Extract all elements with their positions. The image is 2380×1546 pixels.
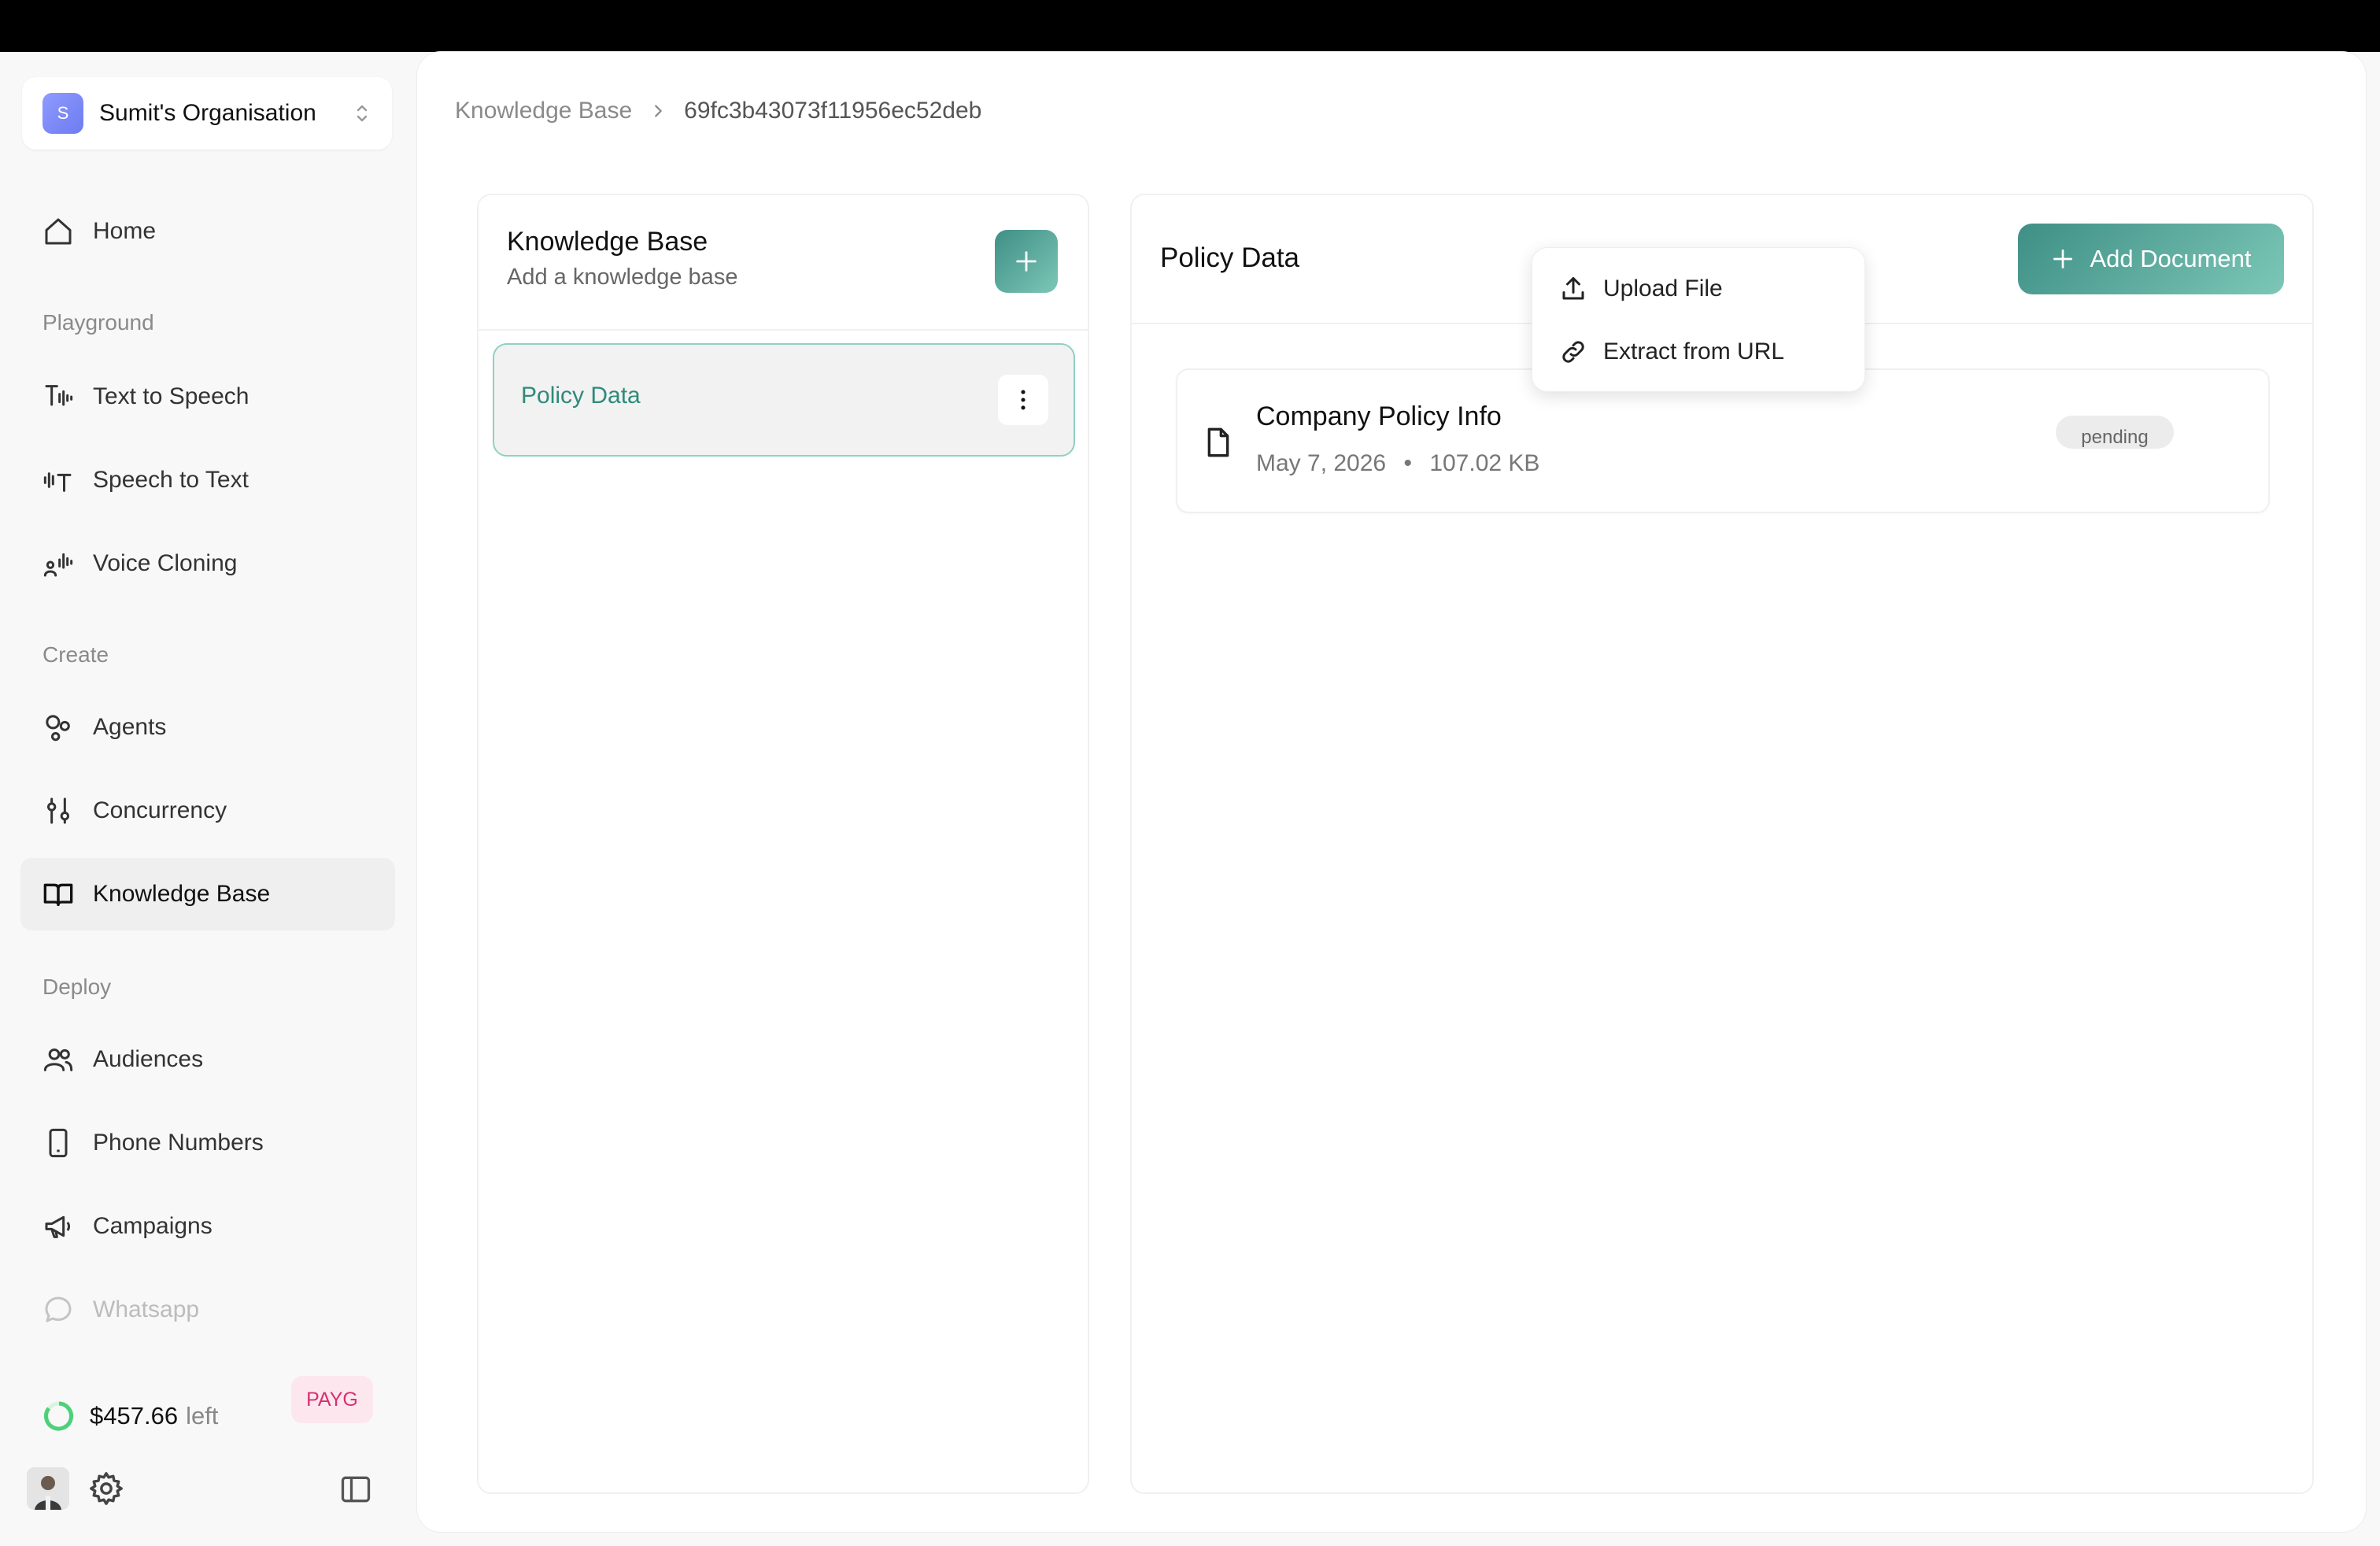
plus-icon (2053, 250, 2073, 268)
nav-knowledge-base-label: Knowledge Base (93, 881, 271, 907)
nav-audiences[interactable]: Audiences (20, 1023, 395, 1096)
upload-file-label: Upload File (1603, 276, 1723, 301)
chevron-up-down-icon (357, 105, 368, 122)
megaphone-icon (45, 1215, 71, 1238)
nav-text-to-speech[interactable]: Text to Speech (20, 361, 395, 433)
users-icon (43, 1049, 73, 1071)
section-deploy: Deploy (42, 975, 112, 999)
voice-cloning-icon (43, 553, 73, 577)
nav-home[interactable]: Home (20, 195, 395, 268)
nav-knowledge-base[interactable]: Knowledge Base (20, 858, 395, 930)
status-badge: pending (2056, 416, 2174, 449)
main-content: Knowledge Base 69fc3b43073f11956ec52deb … (417, 52, 2366, 1532)
upload-icon (1562, 277, 1584, 300)
credits-suffix: left (186, 1402, 219, 1429)
gear-icon[interactable] (88, 1470, 124, 1507)
document-meta: May 7, 2026 • 107.02 KB (1256, 450, 1539, 477)
breadcrumb-current: 69fc3b43073f11956ec52deb (684, 98, 982, 124)
plan-badge[interactable]: PAYG (291, 1376, 373, 1423)
nav-campaigns[interactable]: Campaigns (20, 1190, 395, 1263)
document-size: 107.02 KB (1429, 450, 1540, 476)
meta-separator: • (1403, 450, 1412, 476)
nav-campaigns-label: Campaigns (93, 1213, 213, 1239)
section-playground: Playground (42, 310, 154, 335)
phone-icon (49, 1128, 68, 1158)
add-document-dropdown: Upload File Extract from URL (1532, 247, 1865, 392)
kb-list-item[interactable]: Policy Data (493, 343, 1075, 457)
book-open-icon (43, 883, 73, 906)
plus-icon (1016, 251, 1037, 272)
kb-item-more-button[interactable] (998, 375, 1048, 425)
breadcrumb: Knowledge Base 69fc3b43073f11956ec52deb (455, 98, 981, 124)
nav-home-label: Home (93, 218, 157, 244)
credits-amount: $457.66 (90, 1402, 179, 1429)
file-icon (1207, 427, 1229, 457)
document-date: May 7, 2026 (1256, 450, 1387, 476)
extract-url-option[interactable]: Extract from URL (1532, 322, 1864, 382)
agents-icon (46, 715, 70, 742)
extract-url-label: Extract from URL (1603, 338, 1785, 364)
nav-text-to-speech-label: Text to Speech (93, 383, 249, 409)
nav-phone-numbers-label: Phone Numbers (93, 1130, 264, 1156)
text-to-speech-icon (45, 385, 73, 406)
nav-speech-to-text[interactable]: Speech to Text (20, 444, 395, 516)
org-name: Sumit's Organisation (99, 100, 316, 126)
home-icon (45, 218, 72, 245)
nav-concurrency[interactable]: Concurrency (20, 775, 395, 847)
link-icon (1562, 341, 1584, 363)
nav-audiences-label: Audiences (93, 1046, 204, 1072)
speech-to-text-icon (43, 472, 72, 492)
concurrency-icon (47, 797, 70, 824)
sidebar: S Sumit's Organisation Home Playground T… (0, 52, 417, 1546)
upload-file-option[interactable]: Upload File (1532, 259, 1864, 319)
documents-panel-title: Policy Data (1160, 242, 1300, 273)
section-create: Create (42, 642, 109, 667)
chevron-right-icon (655, 105, 662, 117)
credits-balance: $457.66 left (42, 1400, 218, 1433)
add-document-label: Add Document (2090, 245, 2252, 272)
nav-voice-cloning-label: Voice Cloning (93, 550, 238, 576)
breadcrumb-root[interactable]: Knowledge Base (455, 98, 632, 124)
add-knowledge-base-button[interactable] (995, 230, 1058, 293)
nav-concurrency-label: Concurrency (93, 797, 227, 823)
add-document-button[interactable]: Add Document (2018, 224, 2284, 294)
window-top-bar (0, 0, 2380, 52)
org-switcher[interactable]: S Sumit's Organisation (22, 77, 392, 150)
chat-bubble-icon (45, 1296, 72, 1322)
nav-voice-cloning[interactable]: Voice Cloning (20, 527, 395, 600)
nav-agents[interactable]: Agents (20, 691, 395, 764)
nav-whatsapp-label: Whatsapp (93, 1296, 200, 1322)
nav-phone-numbers[interactable]: Phone Numbers (20, 1107, 395, 1179)
user-avatar[interactable] (27, 1467, 69, 1510)
nav-agents-label: Agents (93, 714, 167, 740)
sidebar-collapse-icon[interactable] (338, 1472, 373, 1507)
progress-ring-icon (44, 1401, 74, 1431)
kb-item-label: Policy Data (521, 383, 641, 409)
nav-whatsapp[interactable]: Whatsapp (20, 1274, 395, 1346)
knowledge-base-list-panel: Knowledge Base Add a knowledge base Poli… (477, 194, 1089, 1494)
kb-panel-header: Knowledge Base Add a knowledge base (479, 195, 1088, 331)
org-avatar: S (42, 93, 83, 134)
document-name: Company Policy Info (1256, 401, 1502, 431)
kb-panel-subtitle: Add a knowledge base (507, 264, 738, 290)
kb-panel-title: Knowledge Base (507, 227, 708, 257)
more-vertical-icon (1021, 390, 1026, 410)
nav-speech-to-text-label: Speech to Text (93, 467, 249, 493)
avatar-image (27, 1467, 69, 1510)
